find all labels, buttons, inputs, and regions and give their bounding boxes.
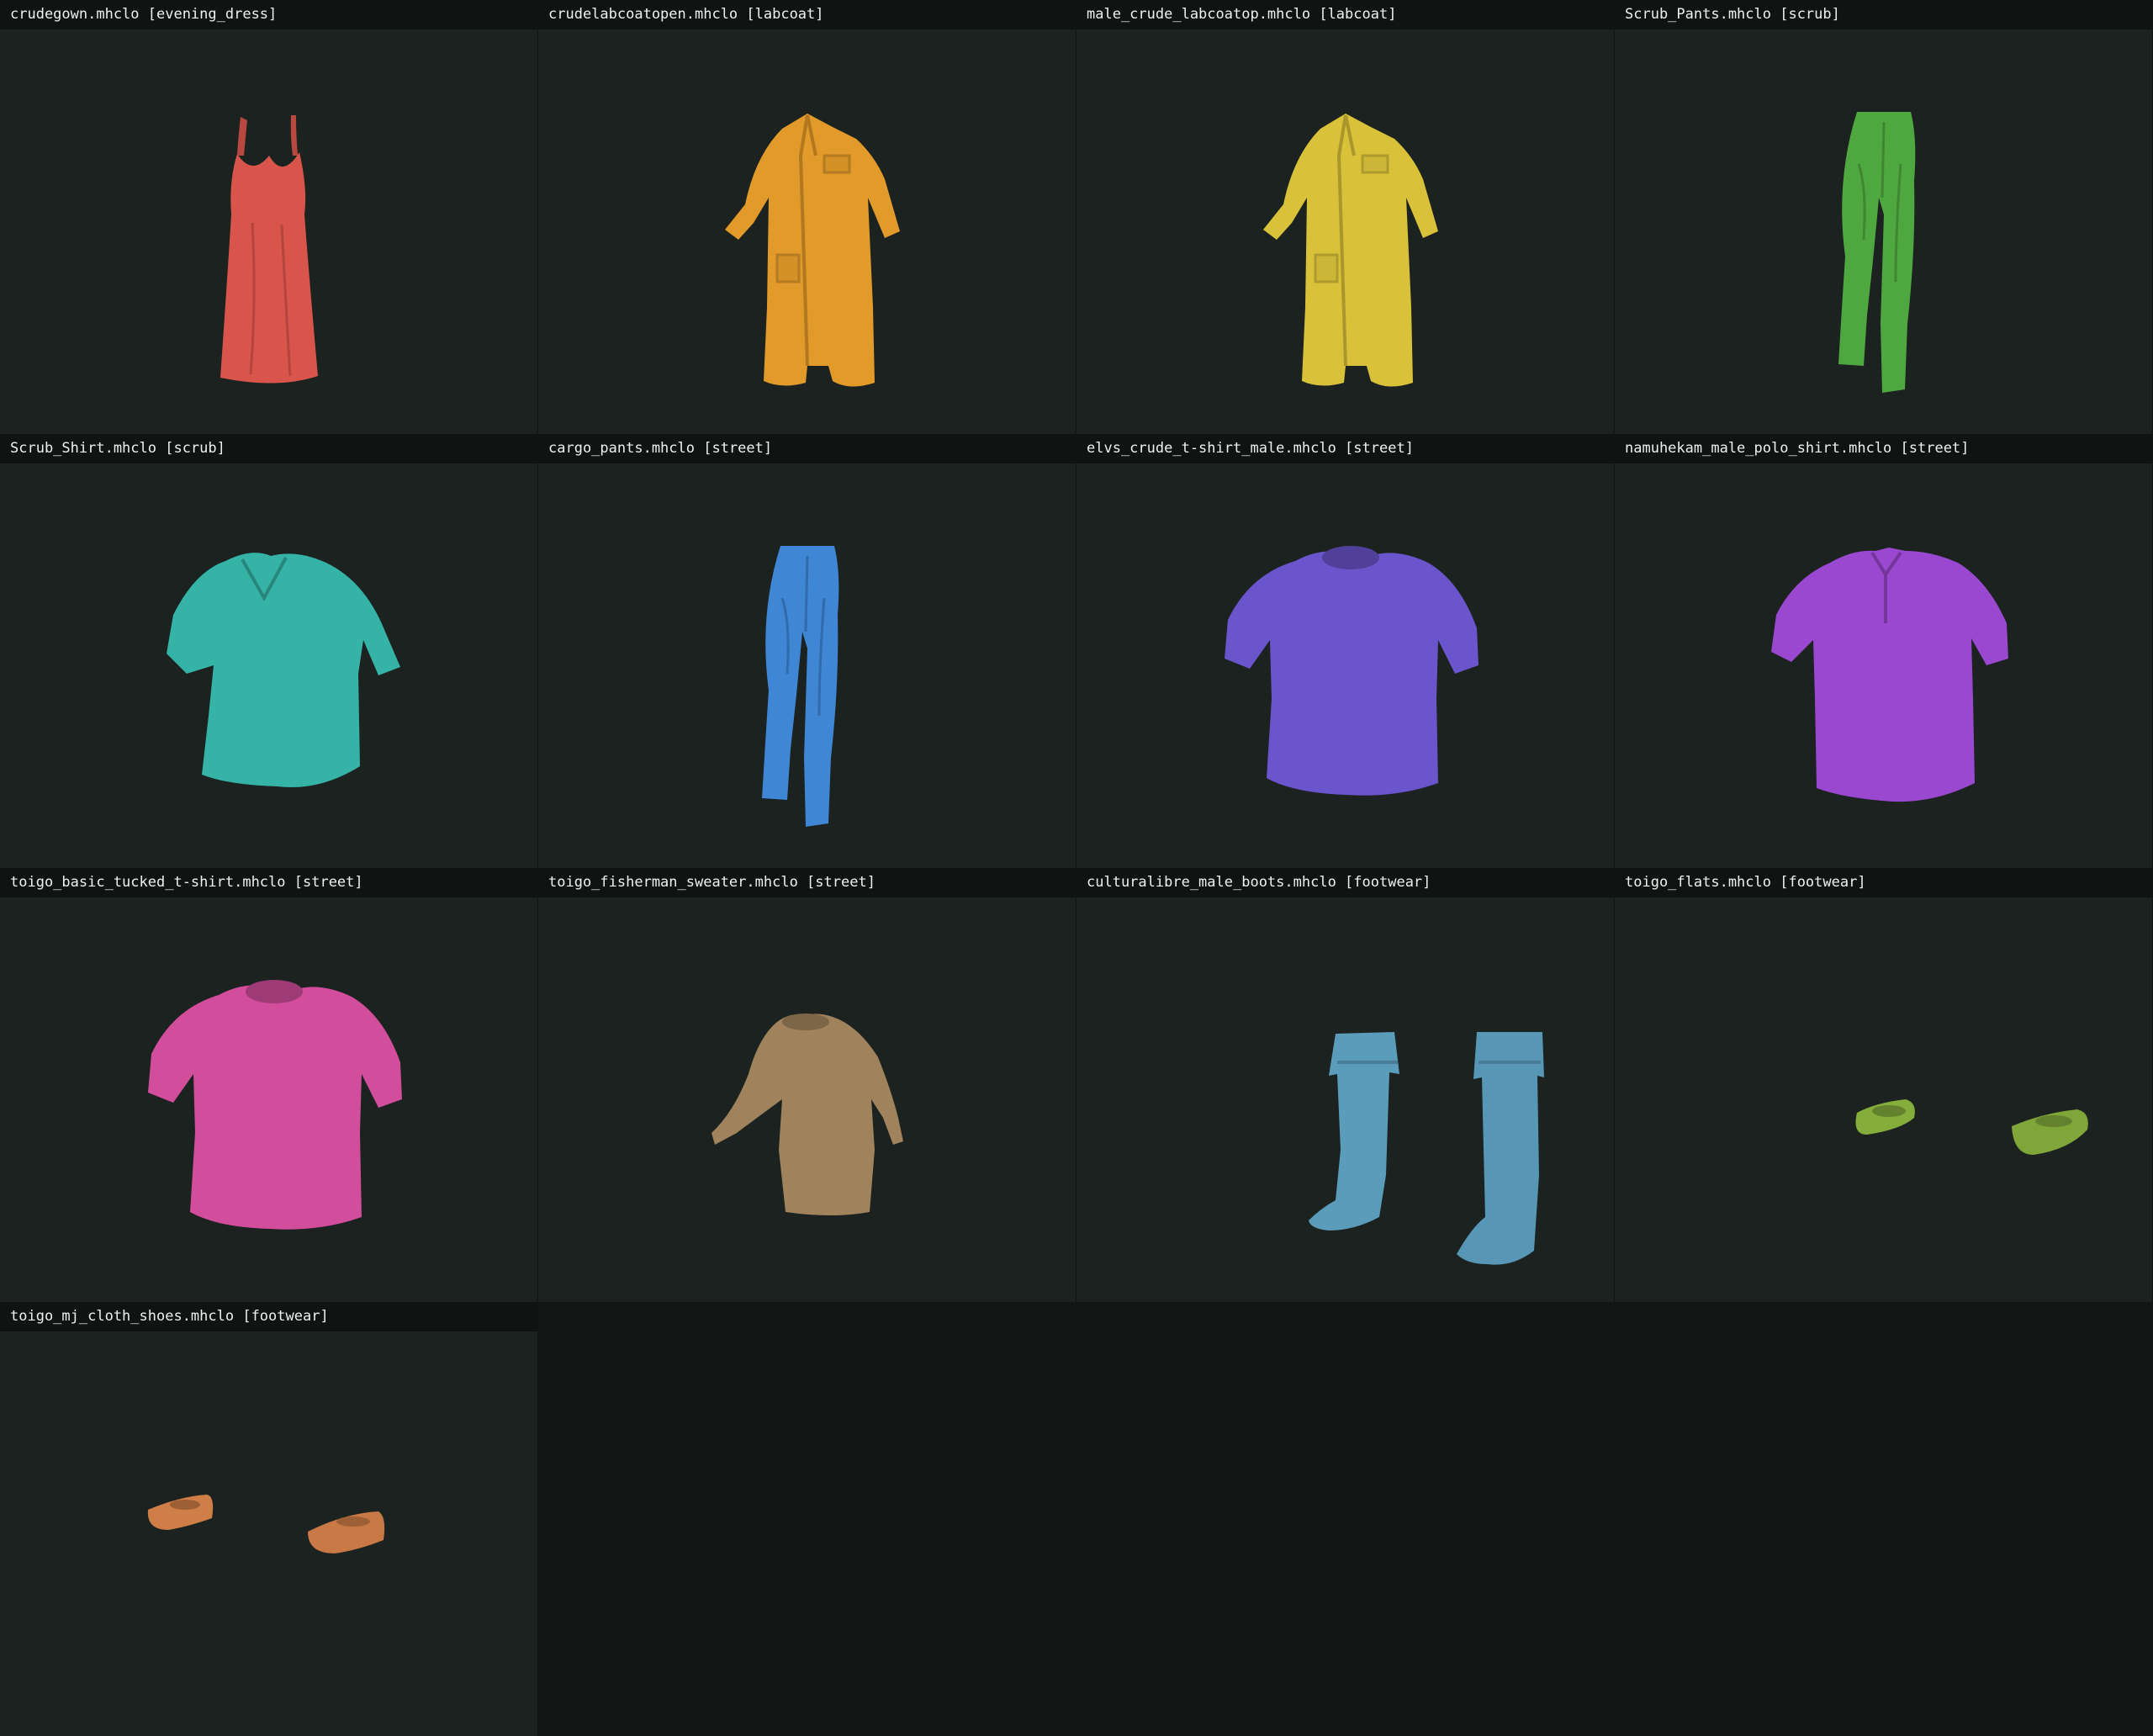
cell-label: Scrub_Shirt.mhclo [scrub] (10, 440, 225, 457)
cell-label: toigo_basic_tucked_t-shirt.mhclo [street… (10, 874, 363, 891)
cell-label: elvs_crude_t-shirt_male.mhclo [street] (1087, 440, 1414, 457)
cell-header: crudegown.mhclo [evening_dress] (0, 0, 537, 29)
labcoat-icon (1263, 114, 1438, 387)
cell-header: toigo_mj_cloth_shoes.mhclo [footwear] (0, 1302, 537, 1331)
garment-preview (1615, 897, 2152, 1302)
garment-preview (0, 897, 537, 1302)
garment-preview (1076, 463, 1614, 868)
garment-preview (1076, 29, 1614, 434)
cell-header: toigo_flats.mhclo [footwear] (1615, 868, 2152, 897)
cell-label: toigo_fisherman_sweater.mhclo [street] (548, 874, 875, 891)
t-shirt-icon (1225, 546, 1479, 796)
clothing-preview-cell: toigo_fisherman_sweater.mhclo [street] (538, 868, 1076, 1302)
garment-preview (538, 463, 1076, 868)
cell-header: elvs_crude_t-shirt_male.mhclo [street] (1076, 434, 1614, 463)
cell-label: crudegown.mhclo [evening_dress] (10, 6, 278, 23)
garment-preview (538, 897, 1076, 1302)
boots-icon (1309, 1032, 1544, 1265)
clothing-preview-cell: elvs_crude_t-shirt_male.mhclo [street] (1076, 434, 1614, 868)
cell-header: Scrub_Pants.mhclo [scrub] (1615, 0, 2152, 29)
pants-icon (1838, 112, 1916, 393)
garment-preview (1076, 897, 1614, 1302)
cell-label: toigo_flats.mhclo [footwear] (1625, 874, 1866, 891)
garment-preview (0, 463, 537, 868)
sweater-icon (711, 1014, 903, 1215)
cell-header: Scrub_Shirt.mhclo [scrub] (0, 434, 537, 463)
cell-header: crudelabcoatopen.mhclo [labcoat] (538, 0, 1076, 29)
cell-header: toigo_fisherman_sweater.mhclo [street] (538, 868, 1076, 897)
cell-header: namuhekam_male_polo_shirt.mhclo [street] (1615, 434, 2152, 463)
clothing-preview-cell: crudegown.mhclo [evening_dress] (0, 0, 537, 434)
garment-preview (1615, 463, 2152, 868)
clothing-preview-grid: crudegown.mhclo [evening_dress] crudelabc… (0, 0, 2153, 1736)
clothing-preview-cell: cargo_pants.mhclo [street] (538, 434, 1076, 868)
cell-label: culturalibre_male_boots.mhclo [footwear] (1087, 874, 1431, 891)
cloth-shoes-icon (147, 1495, 385, 1553)
cell-label: male_crude_labcoatop.mhclo [labcoat] (1087, 6, 1397, 23)
cell-header: culturalibre_male_boots.mhclo [footwear] (1076, 868, 1614, 897)
cell-header: male_crude_labcoatop.mhclo [labcoat] (1076, 0, 1614, 29)
clothing-preview-cell: Scrub_Shirt.mhclo [scrub] (0, 434, 537, 868)
clothing-preview-cell: toigo_mj_cloth_shoes.mhclo [footwear] (0, 1302, 537, 1736)
garment-preview (538, 29, 1076, 434)
cell-header: toigo_basic_tucked_t-shirt.mhclo [street… (0, 868, 537, 897)
cell-header: cargo_pants.mhclo [street] (538, 434, 1076, 463)
flats-icon (1855, 1099, 2088, 1155)
clothing-preview-cell: toigo_basic_tucked_t-shirt.mhclo [street… (0, 868, 537, 1302)
cell-label: crudelabcoatopen.mhclo [labcoat] (548, 6, 824, 23)
womens-shirt-icon (167, 553, 400, 787)
evening-dress-icon (220, 115, 318, 384)
cell-label: Scrub_Pants.mhclo [scrub] (1625, 6, 1840, 23)
clothing-preview-cell: culturalibre_male_boots.mhclo [footwear] (1076, 868, 1614, 1302)
clothing-preview-cell: Scrub_Pants.mhclo [scrub] (1615, 0, 2152, 434)
pants-icon (762, 546, 839, 827)
labcoat-icon (725, 114, 900, 387)
t-shirt-icon (148, 980, 402, 1230)
clothing-preview-cell: crudelabcoatopen.mhclo [labcoat] (538, 0, 1076, 434)
clothing-preview-cell: namuhekam_male_polo_shirt.mhclo [street] (1615, 434, 2152, 868)
garment-preview (0, 1331, 537, 1736)
cell-label: toigo_mj_cloth_shoes.mhclo [footwear] (10, 1308, 329, 1325)
garment-preview (1615, 29, 2152, 434)
cell-label: namuhekam_male_polo_shirt.mhclo [street] (1625, 440, 1970, 457)
polo-shirt-icon (1771, 548, 2008, 802)
clothing-preview-cell: male_crude_labcoatop.mhclo [labcoat] (1076, 0, 1614, 434)
cell-label: cargo_pants.mhclo [street] (548, 440, 773, 457)
clothing-preview-cell: toigo_flats.mhclo [footwear] (1615, 868, 2152, 1302)
garment-preview (0, 29, 537, 434)
